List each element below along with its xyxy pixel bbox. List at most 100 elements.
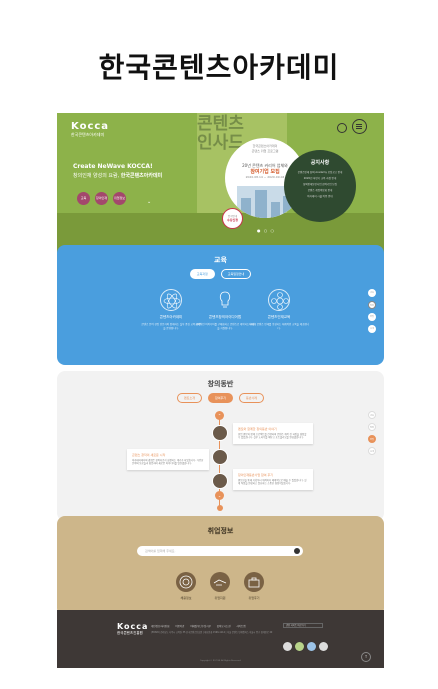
side-nav-dot[interactable]: 창의 — [368, 423, 376, 431]
search-icon[interactable] — [337, 123, 347, 133]
section-side-nav: 교육 창의 취업 소개 — [368, 289, 378, 337]
notice-item[interactable]: 아카데미 시설 이용 안내 — [290, 194, 350, 198]
sunflower-icon — [268, 289, 290, 311]
notice-circle[interactable]: 공지사항 콘텐츠인재 창의 Academy 모집공고 안내 2020년 하반기 … — [284, 150, 356, 222]
education-item[interactable]: 콘텐츠인재교육 차세대 콘텐츠 인재를 양성하는 체계적인 교육을 제공합니다. — [249, 289, 309, 330]
side-nav-dot[interactable]: 소개 — [368, 447, 376, 455]
menu-icon[interactable] — [352, 119, 367, 134]
creative-tabs: 멘토소개 참여후기 동반사례 — [57, 393, 384, 403]
education-item-label: 콘텐츠창의아이디어랩 — [208, 315, 242, 319]
footer-logo[interactable]: Kocca 한국콘텐츠진흥원 — [117, 622, 148, 636]
footer-logo-subtext: 한국콘텐츠진흥원 — [117, 631, 143, 635]
footer-link[interactable]: 사이트맵 — [236, 625, 245, 628]
side-nav-dot[interactable]: 소개 — [368, 325, 376, 333]
education-item-desc: 창의적인 아이디어를 구체화하고 콘텐츠로 제작하는 과정을 지원합니다. — [195, 323, 255, 330]
hero-subline-bold: 한국콘텐츠아카데미 — [120, 173, 163, 179]
tab-education-course[interactable]: 교육과정 — [189, 269, 215, 279]
menu-line — [356, 124, 362, 125]
menu-line — [356, 126, 362, 127]
job-item-label: 취업후기 — [248, 596, 260, 600]
search-icon[interactable] — [294, 548, 300, 554]
job-item[interactable]: 채용정보 — [171, 572, 201, 600]
footer-address: (58326) 전라남도 나주시 교육길 35 한국콘텐츠진흥원 | 대표전화 … — [151, 631, 273, 634]
section-side-nav: 교육 창의 취업 소개 — [368, 411, 378, 459]
avatar — [212, 473, 228, 489]
page-heading: 한국콘텐츠아카데미 — [98, 51, 340, 84]
education-title: 교육 — [214, 256, 227, 264]
handshake-icon — [210, 572, 230, 592]
flower-icon — [160, 289, 182, 311]
review-card[interactable]: 멘토와 함께한 창의동반 이야기 현업 멘토와 함께 프로젝트를 진행하며 콘텐… — [233, 423, 313, 444]
review-card-body: 현업 멘토와 함께 프로젝트를 진행하며 콘텐츠 제작 전 과정을 경험할 수 … — [238, 433, 307, 440]
menu-line — [356, 128, 362, 129]
footer-logo-text: Kocca — [117, 622, 149, 631]
site-logo[interactable]: Kocca 한국콘텐츠아카데미 — [71, 121, 109, 138]
badge-line2: 수강신청 — [226, 218, 239, 222]
job-item-label: 취업지원 — [214, 596, 226, 600]
review-card[interactable]: 창의인재동반사업 참여 후기 멘토링을 통해 기획부터 제작까지 체계적으로 배… — [233, 469, 313, 490]
timeline-dot — [217, 505, 223, 511]
footer-link[interactable]: 이용약관 — [175, 625, 184, 628]
scroll-top-button[interactable]: ↑ — [361, 652, 371, 662]
chevron-down-icon[interactable]: ⌄ — [147, 199, 151, 205]
tab-education-schedule[interactable]: 교육일정안내 — [220, 269, 252, 279]
side-nav-dot[interactable]: 취업 — [368, 313, 376, 321]
education-item[interactable]: 콘텐츠아카데미 콘텐츠 분야 현업 전문가와 함께하는 실무 중심 교육 과정을… — [141, 289, 201, 330]
hero-button-jobs[interactable]: 취업정보 — [113, 192, 126, 205]
footer-link[interactable]: 이메일무단수집거부 — [190, 625, 211, 628]
footer-link[interactable]: 개인정보처리방침 — [151, 625, 169, 628]
job-item[interactable]: 취업지원 — [205, 572, 235, 600]
creative-title: 창의동반 — [207, 380, 234, 388]
admission-badge[interactable]: 입학안내 수강신청 — [222, 208, 243, 229]
tab-review[interactable]: 참여후기 — [207, 393, 234, 403]
footer-links: 개인정보처리방침 이용약관 이메일무단수집거부 찾아오시는길 사이트맵 — [151, 624, 251, 628]
tab-case[interactable]: 동반사례 — [239, 393, 265, 403]
review-card[interactable]: 콘텐츠 창작의 새로운 시작 아카데미에서의 경험은 창작자로서 성장하는 계기… — [127, 449, 209, 470]
logo-subtext: 한국콘텐츠아카데미 — [71, 132, 105, 137]
hero-button-creative[interactable]: 창의인재 — [95, 192, 108, 205]
certification-badge — [319, 642, 328, 651]
job-item-label: 채용정보 — [180, 596, 192, 600]
hero-subline: 창의인재 양성의 요람, 한국콘텐츠아카데미 — [73, 172, 162, 179]
notice-item[interactable]: 콘텐츠인재 창의 Academy 모집공고 안내 — [290, 170, 350, 174]
review-card-body: 멘토링을 통해 기획부터 제작까지 체계적으로 배울 수 있었습니다. 실제 작… — [238, 479, 307, 486]
certification-badge — [295, 642, 304, 651]
notice-item[interactable]: 2020년 하반기 교육 과정 안내 — [290, 176, 350, 180]
chevron-down-icon[interactable]: ⌄ — [215, 491, 224, 500]
certification-badge — [307, 642, 316, 651]
education-item-desc: 콘텐츠 분야 현업 전문가와 함께하는 실무 중심 교육 과정을 운영합니다. — [141, 323, 201, 330]
side-nav-dot[interactable]: 창의 — [368, 301, 376, 309]
notice-title: 공지사항 — [310, 160, 330, 166]
education-item-label: 콘텐츠인재교육 — [267, 315, 291, 319]
footer-link[interactable]: 찾아오시는길 — [217, 625, 231, 628]
promo-line1: 한국콘텐츠아카데미 — [252, 144, 278, 148]
hero-tagline: Create NeWave KOCCA! — [73, 163, 153, 170]
tab-mentor[interactable]: 멘토소개 — [176, 393, 202, 403]
search-placeholder: 검색어를 입력해 주세요. — [145, 549, 176, 553]
slide-pager[interactable]: ● ○ ○ — [257, 228, 275, 233]
chevron-up-icon[interactable]: ⌃ — [215, 411, 224, 420]
job-item[interactable]: 취업후기 — [239, 572, 269, 600]
hero-section: 콘텐츠 인사드 Kocca 한국콘텐츠아카데미 Create NeWave KO… — [57, 113, 384, 253]
hero-button-education[interactable]: 교육 — [77, 192, 90, 205]
briefcase-icon — [244, 572, 264, 592]
family-site-select[interactable]: 관련 사이트 바로가기 — [283, 623, 323, 628]
notice-item[interactable]: 콘텐츠 취업박람회 안내 — [290, 188, 350, 192]
jobs-section: 취업정보 검색어를 입력해 주세요. 채용정보 취업지원 취업후기 — [57, 516, 384, 616]
education-tabs: 교육과정 교육일정안내 — [57, 269, 384, 279]
side-nav-dot[interactable]: 취업 — [368, 435, 376, 443]
education-item-desc: 차세대 콘텐츠 인재를 양성하는 체계적인 교육을 제공합니다. — [249, 323, 309, 330]
notice-item[interactable]: 창의인재동반사업 참여기업 모집 — [290, 182, 350, 186]
education-item[interactable]: 콘텐츠창의아이디어랩 창의적인 아이디어를 구체화하고 콘텐츠로 제작하는 과정… — [195, 289, 255, 330]
promo-line2: 콘텐츠 취업 프로그램 — [251, 149, 279, 153]
review-card-body: 아카데미에서의 경험은 창작자로서 성장하는 계기가 되었습니다. 다양한 분야… — [132, 459, 204, 466]
side-nav-dot[interactable]: 교육 — [368, 411, 376, 419]
education-section: 교육 교육과정 교육일정안내 콘텐츠아카데미 콘텐츠 분야 현업 전문가와 함께… — [57, 245, 384, 365]
website-screenshot: 콘텐츠 인사드 Kocca 한국콘텐츠아카데미 Create NeWave KO… — [57, 113, 384, 668]
page: 한국콘텐츠아카데미 콘텐츠 인사드 Kocca 한국콘텐츠아카데미 Create… — [0, 0, 438, 689]
side-nav-dot[interactable]: 교육 — [368, 289, 376, 297]
review-card-title: 콘텐츠 창작의 새로운 시작 — [132, 453, 166, 457]
copyright: Copyright © KOCCA. All Rights Reserved. — [199, 660, 242, 662]
creative-section: 창의동반 멘토소개 참여후기 동반사례 ⌃ ⌄ 멘토와 함께한 창의동반 이야기… — [57, 371, 384, 521]
jobs-search-input[interactable]: 검색어를 입력해 주세요. — [137, 546, 303, 556]
